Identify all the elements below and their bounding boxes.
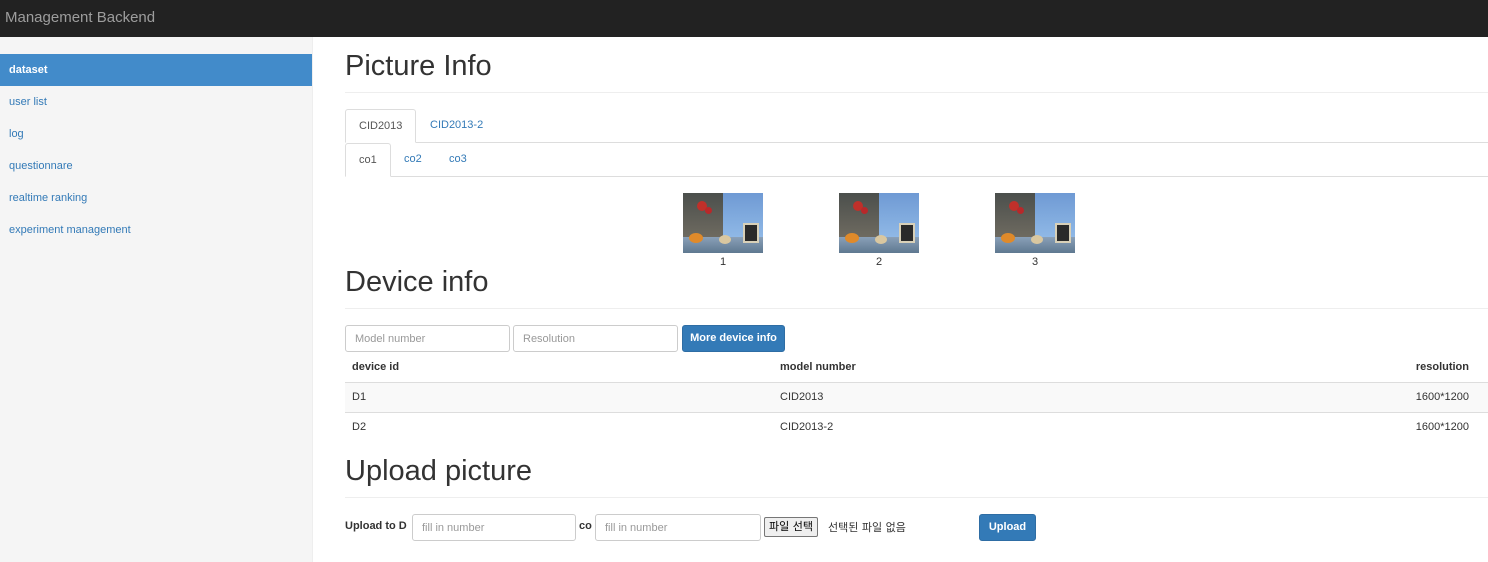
sidebar: dataset user list log questionnare realt…: [0, 37, 313, 562]
tab-cid2013[interactable]: CID2013: [345, 109, 417, 143]
upload-picture-heading: Upload picture: [345, 455, 532, 487]
picture-item: 1: [683, 193, 763, 268]
more-device-info-button[interactable]: More device info: [682, 325, 785, 352]
column-header-model-number: model number: [780, 361, 856, 373]
table-row: D1 CID2013 1600*1200: [345, 382, 1488, 412]
picture-item: 3: [995, 193, 1075, 268]
divider: [345, 92, 1488, 93]
column-header-device-id: device id: [352, 361, 400, 373]
sidebar-item-experiment-management[interactable]: experiment management: [0, 214, 312, 246]
sidebar-item-user-list[interactable]: user list: [0, 86, 312, 118]
cell-device-id: D1: [352, 391, 367, 403]
co-tabs: co1 co2 co3: [345, 143, 1488, 177]
brand-title[interactable]: Management Backend: [5, 9, 155, 26]
divider: [345, 308, 1488, 309]
picture-info-heading: Picture Info: [345, 50, 492, 82]
resolution-input[interactable]: [513, 325, 678, 352]
device-number-input[interactable]: [412, 514, 576, 541]
device-info-heading: Device info: [345, 266, 489, 298]
picture-item: 2: [839, 193, 919, 268]
no-file-chosen-text: 선택된 파일 없음: [828, 521, 906, 534]
tab-co1[interactable]: co1: [345, 143, 391, 177]
sidebar-item-log[interactable]: log: [0, 118, 312, 150]
tab-co2[interactable]: co2: [391, 143, 435, 177]
main-content: Picture Info CID2013 CID2013-2 co1 co2 c…: [313, 37, 1488, 562]
sidebar-item-dataset[interactable]: dataset: [0, 54, 312, 86]
picture-caption: 3: [1031, 256, 1039, 268]
picture-thumbnail[interactable]: [995, 193, 1075, 253]
picture-thumbnail[interactable]: [839, 193, 919, 253]
dataset-tabs: CID2013 CID2013-2: [345, 109, 1488, 143]
tab-cid2013-2[interactable]: CID2013-2: [417, 109, 496, 143]
co-number-input[interactable]: [595, 514, 761, 541]
cell-resolution: 1600*1200: [1415, 421, 1469, 433]
table-row: D2 CID2013-2 1600*1200: [345, 412, 1488, 442]
picture-caption: 1: [719, 256, 727, 268]
divider: [345, 497, 1488, 498]
column-header-resolution: resolution: [1415, 361, 1469, 373]
sidebar-item-questionnare[interactable]: questionnare: [0, 150, 312, 182]
picture-caption: 2: [875, 256, 883, 268]
picture-thumbnail[interactable]: [683, 193, 763, 253]
cell-device-id: D2: [352, 421, 367, 433]
co-label: co: [579, 520, 592, 532]
upload-to-label: Upload to D: [345, 520, 407, 532]
model-number-input[interactable]: [345, 325, 510, 352]
cell-model-number: CID2013: [780, 391, 824, 403]
sidebar-item-realtime-ranking[interactable]: realtime ranking: [0, 182, 312, 214]
tab-co3[interactable]: co3: [436, 143, 480, 177]
cell-model-number: CID2013-2: [780, 421, 834, 433]
cell-resolution: 1600*1200: [1415, 391, 1469, 403]
choose-file-button[interactable]: 파일 선택: [764, 517, 818, 537]
top-navbar: Management Backend: [0, 0, 1488, 37]
upload-button[interactable]: Upload: [979, 514, 1036, 541]
